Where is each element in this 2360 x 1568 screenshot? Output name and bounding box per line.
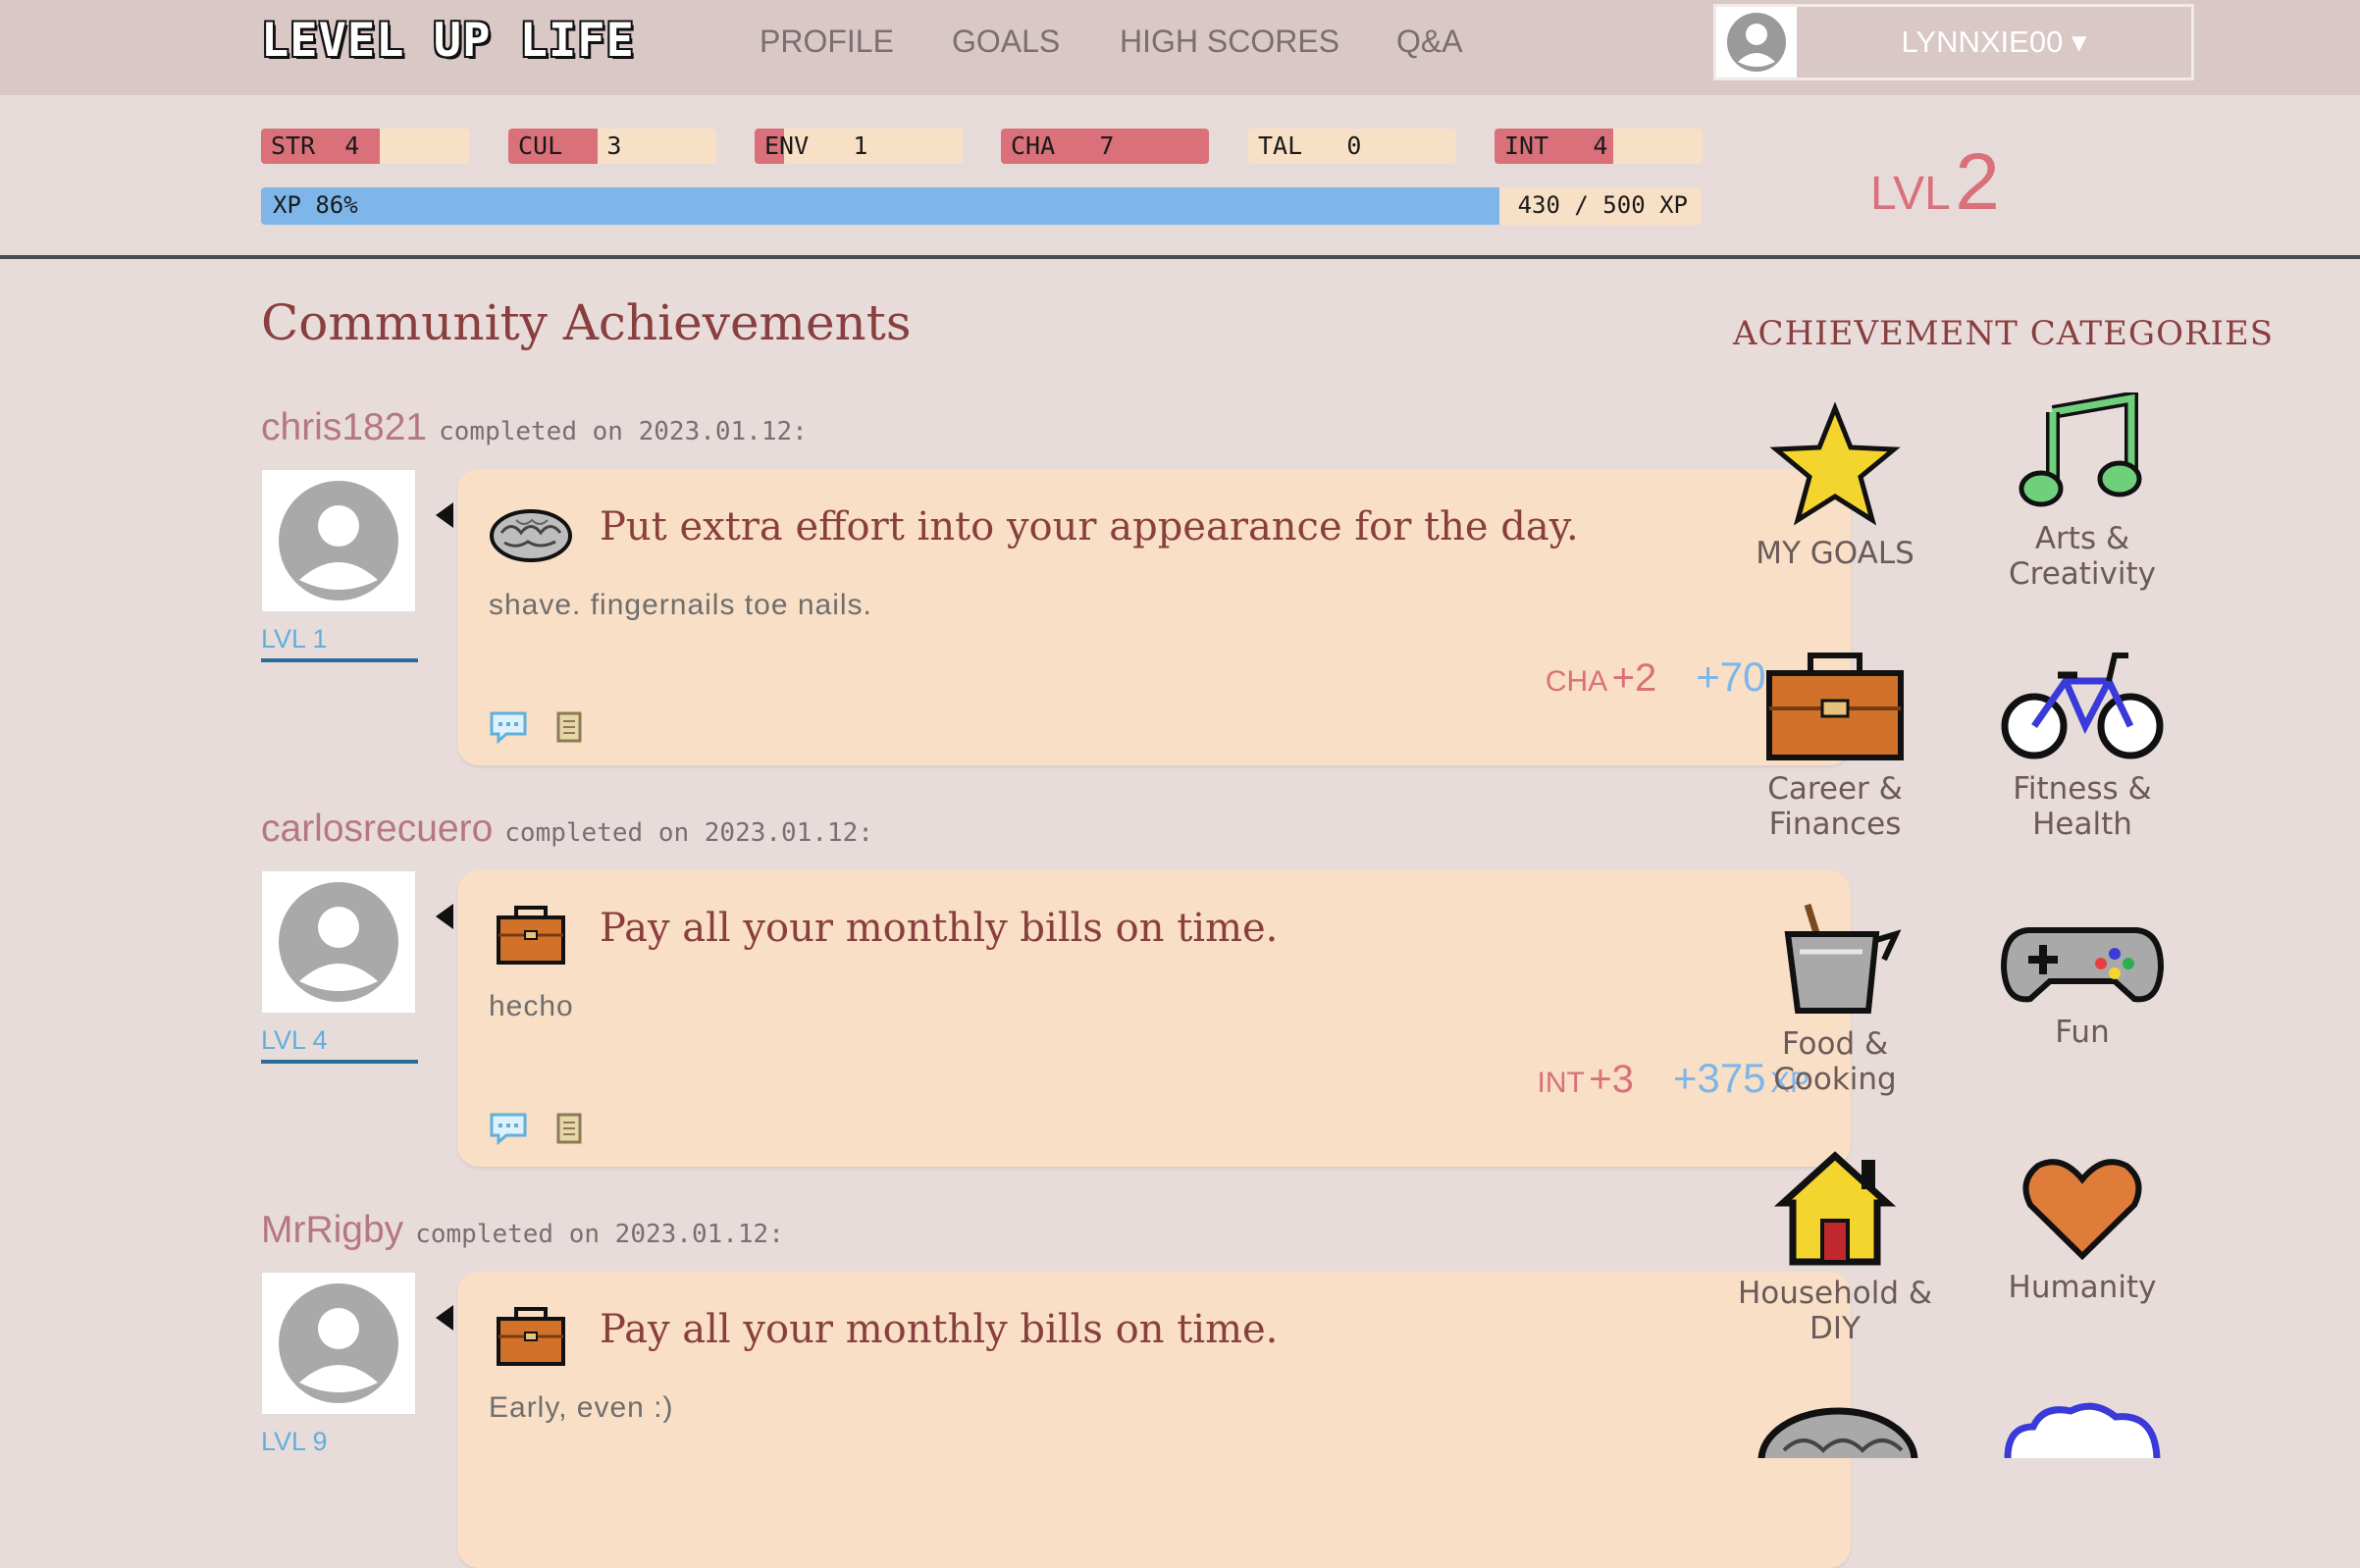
music-note-icon (2019, 392, 2142, 507)
avatar-icon (279, 481, 398, 601)
xp-progress-bar: XP 86% 430 / 500 XP (261, 187, 1702, 225)
level-prefix: LVL (1870, 168, 1951, 220)
category-label: Fun (2055, 1015, 2110, 1050)
card-pointer (436, 502, 453, 528)
player-level: LVL 2 (1870, 136, 2000, 229)
card-pointer (436, 904, 453, 929)
category-label: Food & Cooking (1773, 1026, 1897, 1097)
category-label: Fitness & Health (2013, 771, 2152, 842)
entry-username[interactable]: chris1821 (261, 406, 427, 448)
user-avatar-icon (1727, 13, 1786, 72)
entry-date: completed on 2023.01.12: (504, 818, 873, 848)
entry-date: completed on 2023.01.12: (415, 1220, 784, 1249)
category-my-goals[interactable]: MY GOALS (1727, 402, 1943, 571)
briefcase-icon (497, 906, 565, 965)
entry-avatar[interactable] (261, 1272, 416, 1415)
nav-goals[interactable]: GOALS (952, 24, 1060, 60)
entry-level: LVL 9 (261, 1427, 328, 1456)
scroll-icon[interactable] (555, 1112, 583, 1145)
briefcase-icon (497, 1307, 565, 1366)
level-value: 2 (1955, 137, 2000, 227)
stat-str: STR 4 (261, 129, 469, 164)
entry-username[interactable]: MrRigby (261, 1209, 403, 1251)
user-avatar (1716, 7, 1797, 78)
stat-int: INT 4 (1495, 129, 1703, 164)
stat-label: CUL 3 (518, 131, 622, 160)
category-label: MY GOALS (1756, 536, 1914, 571)
category-fun[interactable]: Fun (1974, 920, 2190, 1050)
stat-reward: INT +3 (1537, 1058, 1634, 1101)
category-label: Household & DIY (1737, 1276, 1933, 1346)
stat-label: ENV 1 (764, 131, 868, 160)
entry-avatar[interactable] (261, 870, 416, 1014)
stat-label: TAL 0 (1258, 131, 1362, 160)
star-icon (1769, 402, 1901, 526)
card-pointer (436, 1305, 453, 1331)
achievement-card: Pay all your monthly bills on time. hech… (457, 870, 1851, 1167)
achievement-note: hecho (489, 990, 574, 1022)
user-menu[interactable]: LYNNXIE00 ▾ (1713, 4, 2194, 80)
category-label: Arts & Creativity (2008, 521, 2156, 592)
categories-heading: ACHIEVEMENT CATEGORIES (1733, 314, 2275, 353)
stat-cha: CHA 7 (1001, 129, 1209, 164)
entry-level-underline (261, 658, 418, 662)
scroll-icon[interactable] (555, 710, 583, 744)
entry-header: carlosrecuero completed on 2023.01.12: (261, 808, 873, 851)
xp-progress-fill (261, 187, 1500, 225)
username-dropdown[interactable]: LYNNXIE00 ▾ (1797, 7, 2191, 78)
brain-icon (490, 509, 572, 562)
achievement-card: Pay all your monthly bills on time. Earl… (457, 1272, 1851, 1568)
achievement-title[interactable]: Pay all your monthly bills on time. (600, 906, 1278, 951)
entry-username[interactable]: carlosrecuero (261, 808, 493, 850)
stat-label: STR 4 (271, 131, 360, 160)
achievement-note: shave. fingernails toe nails. (489, 589, 872, 621)
achievement-note: Early, even :) (489, 1391, 674, 1424)
game-controller-icon (2000, 927, 2165, 1003)
brain-icon[interactable] (1755, 1401, 1921, 1458)
bicycle-icon (2001, 653, 2164, 759)
comment-icon[interactable] (489, 710, 528, 744)
avatar-icon (279, 882, 398, 1002)
comment-icon[interactable] (489, 1112, 528, 1145)
stat-env: ENV 1 (755, 129, 963, 164)
category-fitness-health[interactable]: Fitness & Health (1974, 646, 2190, 842)
achievement-card: Put extra effort into your appearance fo… (457, 469, 1851, 765)
stat-tal: TAL 0 (1248, 129, 1456, 164)
xp-percent: XP 86% (273, 191, 358, 219)
entry-date: completed on 2023.01.12: (439, 417, 808, 446)
app-logo[interactable]: LEVEL UP LIFE (261, 14, 635, 68)
category-humanity[interactable]: Humanity (1974, 1154, 2190, 1305)
entry-header: chris1821 completed on 2023.01.12: (261, 406, 808, 449)
house-icon (1773, 1151, 1897, 1266)
cloud-icon[interactable] (1998, 1401, 2165, 1458)
page-title: Community Achievements (261, 294, 912, 351)
category-household-diy[interactable]: Household & DIY (1727, 1150, 1943, 1346)
stat-cul: CUL 3 (508, 129, 716, 164)
nav-profile[interactable]: PROFILE (760, 24, 894, 60)
stat-label: INT 4 (1504, 131, 1608, 160)
category-label: Humanity (2008, 1270, 2157, 1305)
entry-header: MrRigby completed on 2023.01.12: (261, 1209, 784, 1252)
avatar-icon (279, 1283, 398, 1403)
category-label: Career & Finances (1767, 771, 1903, 842)
stats-bar: STR 4 CUL 3 ENV 1 CHA 7 TAL 0 INT 4 XP 8… (0, 95, 2360, 259)
achievement-title[interactable]: Pay all your monthly bills on time. (600, 1307, 1278, 1352)
xp-amount: 430 / 500 XP (1517, 191, 1688, 219)
top-nav: LEVEL UP LIFE PROFILE GOALS HIGH SCORES … (0, 0, 2360, 95)
briefcase-icon (1766, 653, 1904, 760)
heart-icon (2022, 1159, 2142, 1261)
category-food-cooking[interactable]: Food & Cooking (1727, 901, 1943, 1097)
nav-qa[interactable]: Q&A (1396, 24, 1463, 60)
stat-reward: CHA +2 (1545, 656, 1657, 700)
entry-level-underline (261, 1060, 418, 1064)
entry-level: LVL 4 (261, 1025, 328, 1055)
entry-level: LVL 1 (261, 624, 328, 653)
achievement-title[interactable]: Put extra effort into your appearance fo… (600, 504, 1579, 549)
category-arts-creativity[interactable]: Arts & Creativity (1974, 392, 2190, 592)
nav-high-scores[interactable]: HIGH SCORES (1120, 24, 1339, 60)
stat-label: CHA 7 (1011, 131, 1115, 160)
category-career-finances[interactable]: Career & Finances (1727, 648, 1943, 842)
cooking-pot-icon (1784, 903, 1902, 1014)
entry-avatar[interactable] (261, 469, 416, 612)
